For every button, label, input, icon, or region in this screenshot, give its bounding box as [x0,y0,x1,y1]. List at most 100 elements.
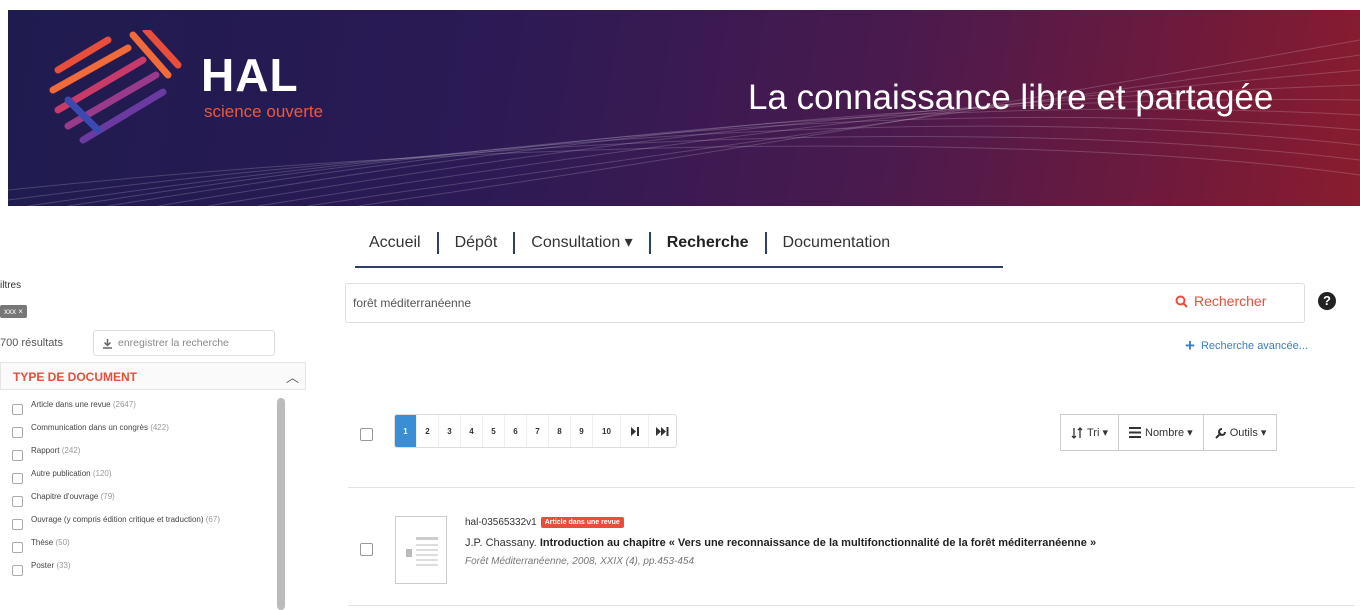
save-search-button[interactable]: enregistrer la recherche [93,330,275,356]
page-1[interactable]: 1 [395,415,417,447]
page-3[interactable]: 3 [439,415,461,447]
result-checkbox[interactable] [360,543,373,556]
page-8[interactable]: 8 [549,415,571,447]
hal-logo-icon [49,30,182,144]
count-label: Nombre ▾ [1145,427,1193,439]
sort-button[interactable]: Tri ▾ [1060,414,1119,451]
checkbox[interactable] [12,542,23,553]
search-button[interactable]: Rechercher [1175,293,1266,309]
search-input[interactable]: forêt méditerranéenne [345,283,1305,323]
nav-documentation[interactable]: Documentation [767,232,907,254]
page-7[interactable]: 7 [527,415,549,447]
result-source: Forêt Méditerranéenne, 2008, XXIX (4), p… [465,556,695,567]
search-icon [1175,295,1188,308]
doc-type-badge: Article dans une revue [540,517,624,528]
divider [348,487,1355,488]
facet-label: Poster [31,561,55,570]
facet-label: Ouvrage (y compris édition critique et t… [31,515,204,524]
page-5[interactable]: 5 [483,415,505,447]
logo-title[interactable]: HAL [201,48,299,102]
help-icon[interactable]: ? [1318,292,1336,310]
facet-label: Chapitre d'ouvrage [31,492,99,501]
page-6[interactable]: 6 [505,415,527,447]
page-4[interactable]: 4 [461,415,483,447]
sidebar: iltres xxx × 700 résultats enregistrer l… [0,280,310,610]
document-thumbnail[interactable] [395,516,447,584]
main-nav: Accueil Dépôt Consultation ▾ Recherche D… [355,220,1003,268]
checkbox[interactable] [12,496,23,507]
facet-item[interactable]: Autre publication (120) [12,469,282,484]
document-icon [406,537,438,566]
facet-label: Thèse [31,538,54,547]
sort-label: Tri ▾ [1087,427,1108,439]
checkbox[interactable] [12,473,23,484]
checkbox[interactable] [12,565,23,576]
facet-item[interactable]: Thèse (50) [12,538,282,553]
results-count: 700 résultats [0,337,63,349]
facet-item[interactable]: Chapitre d'ouvrage (79) [12,492,282,507]
next-page-icon[interactable] [621,415,649,447]
facet-label: Autre publication [31,469,91,478]
facet-item[interactable]: Communication dans un congrès (422) [12,423,282,438]
nav-accueil[interactable]: Accueil [355,232,439,254]
page-2[interactable]: 2 [417,415,439,447]
search-button-label: Rechercher [1194,293,1267,309]
facet-count: (242) [61,446,81,455]
nav-depot[interactable]: Dépôt [439,232,516,254]
result-authors: J.P. Chassany. [465,537,537,549]
download-icon [103,338,112,349]
active-filter-badge[interactable]: xxx × [0,305,27,318]
result-id-row: hal-03565332v1 Article dans une revue [465,517,624,528]
facet-label: Communication dans un congrès [31,423,148,432]
facet-count: (67) [205,515,220,524]
facet-count: (33) [56,561,71,570]
nav-recherche[interactable]: Recherche [651,232,767,254]
facet-item[interactable]: Rapport (242) [12,446,282,461]
facet-count: (422) [150,423,169,432]
filters-title: iltres [0,280,22,291]
page-10[interactable]: 10 [593,415,621,447]
facet-item[interactable]: Ouvrage (y compris édition critique et t… [12,515,282,530]
sort-icon [1071,426,1083,439]
advanced-search-label: Recherche avancée... [1200,340,1308,352]
facet-count: (120) [92,469,112,478]
count-button[interactable]: Nombre ▾ [1119,414,1204,451]
wrench-icon [1214,427,1226,439]
checkbox[interactable] [12,450,23,461]
tools-label: Outils ▾ [1229,427,1267,439]
tools-button[interactable]: Outils ▾ [1203,414,1278,451]
select-all-checkbox[interactable] [360,428,373,441]
checkbox[interactable] [12,519,23,530]
checkbox[interactable] [12,427,23,438]
search-query: forêt méditerranéenne [353,296,472,310]
result-citation: J.P. Chassany. Introduction au chapitre … [465,537,1096,549]
facet-label: Article dans une revue [31,400,111,409]
facet-title: TYPE DE DOCUMENT [13,370,138,384]
result-id[interactable]: hal-03565332v1 [465,517,537,528]
facet-count: (2647) [112,400,136,409]
logo-subtitle: science ouverte [204,102,324,121]
save-search-label: enregistrer la recherche [118,337,229,349]
pagination: 1 2 3 4 5 6 7 8 9 10 [394,414,677,448]
facet-header[interactable]: TYPE DE DOCUMENT ︿ [0,362,306,390]
page-9[interactable]: 9 [571,415,593,447]
facet-count: (50) [55,538,70,547]
nav-consultation[interactable]: Consultation ▾ [515,232,651,254]
checkbox[interactable] [12,404,23,415]
facet-scrollbar[interactable] [277,398,285,610]
result-tools: Tri ▾ Nombre ▾ Outils ▾ [1060,414,1278,451]
plus-icon: + [1185,336,1195,355]
facet-list: Article dans une revue (2647) Communicat… [12,400,282,584]
divider [348,605,1355,606]
result-title[interactable]: Introduction au chapitre « Vers une reco… [540,537,1096,549]
advanced-search-link[interactable]: + Recherche avancée... [1185,336,1308,356]
last-page-icon[interactable] [649,415,676,447]
tagline: La connaissance libre et partagée [748,78,1274,117]
facet-count: (79) [100,492,115,501]
facet-label: Rapport [31,446,60,455]
header-banner: HAL science ouverte La connaissance libr… [8,10,1360,206]
list-icon [1129,427,1141,438]
chevron-up-icon: ︿ [286,370,300,385]
facet-item[interactable]: Article dans une revue (2647) [12,400,282,415]
facet-item[interactable]: Poster (33) [12,561,282,576]
